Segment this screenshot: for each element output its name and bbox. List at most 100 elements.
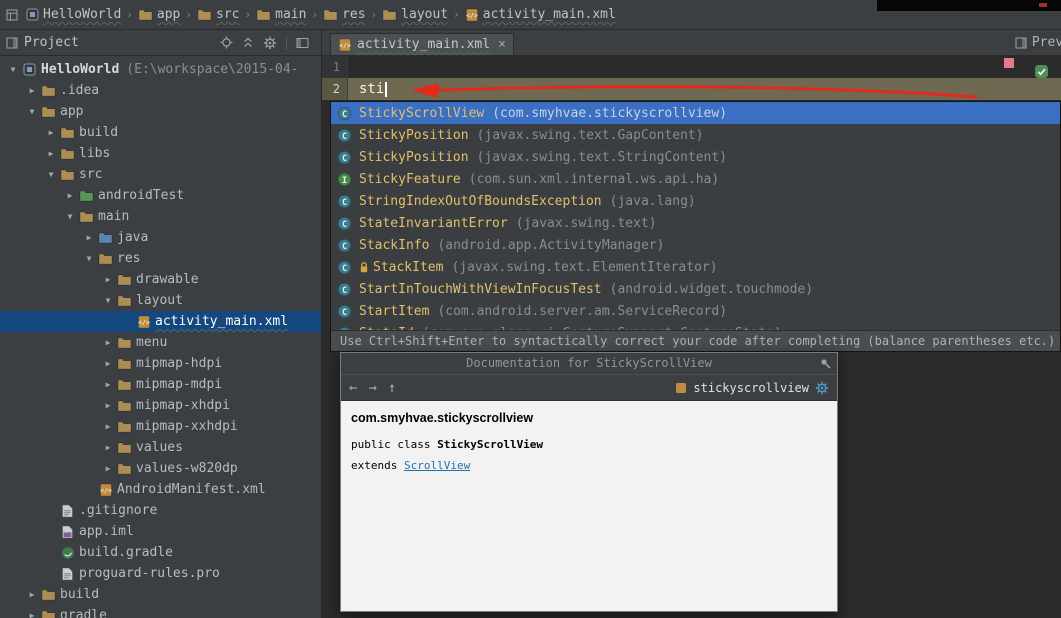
expand-arrow-icon[interactable]: ▶ (101, 380, 115, 389)
breadcrumb-separator: › (370, 8, 378, 21)
tree-item[interactable]: </> AndroidManifest.xml (0, 479, 321, 500)
completion-class-name: StackInfo (359, 237, 430, 253)
tree-item[interactable]: ▼ src (0, 164, 321, 185)
expand-arrow-icon[interactable]: ▶ (44, 128, 58, 137)
completion-item[interactable]: C StartInTouchWithViewInFocusTest (android… (331, 278, 1060, 300)
tree-item[interactable]: .gitignore (0, 500, 321, 521)
doc-settings-gear-icon[interactable] (815, 381, 829, 395)
completion-item[interactable]: C StickyPosition (javax.swing.text.StringC… (331, 146, 1060, 168)
completion-item[interactable]: C StickyScrollView (com.smyhvae.stickyscro… (331, 102, 1060, 124)
tab-activity-main-xml[interactable]: </> activity_main.xml × (330, 33, 514, 55)
breadcrumb-item[interactable]: layout (382, 7, 448, 22)
manifest-icon: </> (96, 483, 115, 497)
collapse-arrow-icon[interactable]: ▼ (63, 212, 77, 221)
tree-item[interactable]: ▶ java (0, 227, 321, 248)
collapse-all-icon[interactable] (242, 36, 254, 49)
tree-item[interactable]: ▶ gradle (0, 605, 321, 618)
completion-item[interactable]: C StickyPosition (javax.swing.text.GapCont… (331, 124, 1060, 146)
breadcrumb-item[interactable]: res (323, 7, 366, 22)
doc-search-text[interactable]: stickyscrollview (693, 381, 809, 395)
expand-arrow-icon[interactable]: ▶ (25, 590, 39, 599)
completion-item[interactable]: C StartItem (com.android.server.am.Service… (331, 300, 1060, 322)
line-number[interactable]: 1 (322, 56, 348, 78)
forward-icon[interactable]: → (368, 380, 376, 396)
editor-line-current[interactable]: 2 sti (322, 78, 1061, 100)
code-line[interactable] (348, 56, 1061, 78)
preview-panel-button[interactable]: Previ (1015, 35, 1061, 50)
tree-item[interactable]: ▶ libs (0, 143, 321, 164)
completion-package: (javax.swing.text.StringContent) (476, 149, 728, 165)
tree-item-label: AndroidManifest.xml (117, 482, 266, 497)
class-file-icon (675, 382, 687, 394)
tree-item[interactable]: ▼ layout (0, 290, 321, 311)
close-icon[interactable]: × (498, 37, 506, 52)
completion-item[interactable]: C StateInvariantError (javax.swing.text) (331, 212, 1060, 234)
editor-line[interactable]: 1 (322, 56, 1061, 78)
tree-item[interactable]: ▼ res (0, 248, 321, 269)
tree-item[interactable]: ▶ mipmap-xhdpi (0, 395, 321, 416)
expand-arrow-icon[interactable]: ▶ (101, 359, 115, 368)
collapse-arrow-icon[interactable]: ▼ (82, 254, 96, 263)
expand-arrow-icon[interactable]: ▶ (101, 422, 115, 431)
completion-item[interactable]: C StackInfo (android.app.ActivityManager) (331, 234, 1060, 256)
tree-item[interactable]: ▶ mipmap-xxhdpi (0, 416, 321, 437)
expand-arrow-icon[interactable]: ▶ (101, 443, 115, 452)
expand-arrow-icon[interactable]: ▶ (25, 611, 39, 618)
expand-arrow-icon[interactable]: ▶ (82, 233, 96, 242)
hide-panel-icon[interactable] (296, 37, 309, 49)
expand-arrow-icon[interactable]: ▶ (101, 401, 115, 410)
svg-text:C: C (341, 109, 346, 119)
pin-icon[interactable] (820, 358, 831, 369)
expand-arrow-icon[interactable]: ▶ (101, 338, 115, 347)
tree-item[interactable]: build.gradle (0, 542, 321, 563)
completion-item[interactable]: C StringIndexOutOfBoundsException (java.la… (331, 190, 1060, 212)
expand-arrow-icon[interactable]: ▶ (44, 149, 58, 158)
tree-item[interactable]: ▼ main (0, 206, 321, 227)
line-number[interactable]: 2 (322, 78, 348, 100)
project-header-icons (220, 35, 315, 50)
collapse-arrow-icon[interactable]: ▼ (101, 296, 115, 305)
folder-green-icon (77, 189, 96, 202)
locate-icon[interactable] (220, 36, 233, 49)
expand-arrow-icon[interactable]: ▶ (101, 275, 115, 284)
scrollview-link[interactable]: ScrollView (404, 459, 470, 472)
tree-item[interactable]: ▶ .idea (0, 80, 321, 101)
tree-item[interactable]: ▼ HelloWorld (E:\workspace\2015-04- (0, 59, 321, 80)
completion-package: (java.lang) (609, 193, 696, 209)
code-line-current[interactable]: sti (348, 78, 1061, 100)
expand-arrow-icon[interactable]: ▶ (25, 86, 39, 95)
completion-item[interactable]: C StackItem (javax.swing.text.ElementItera… (331, 256, 1060, 278)
collapse-arrow-icon[interactable]: ▼ (44, 170, 58, 179)
gradle-icon (58, 546, 77, 560)
collapse-arrow-icon[interactable]: ▼ (25, 107, 39, 116)
breadcrumb-item[interactable]: main (256, 7, 306, 22)
tree-item[interactable]: ▶ mipmap-hdpi (0, 353, 321, 374)
tree-item[interactable]: ▶ build (0, 584, 321, 605)
tree-item[interactable]: app.iml (0, 521, 321, 542)
breadcrumb-item[interactable]: app (138, 7, 180, 22)
tree-item[interactable]: ▶ androidTest (0, 185, 321, 206)
tree-item[interactable]: ▶ values (0, 437, 321, 458)
completion-item[interactable]: C StateId (com.sun.glass.ui.GestureSupport… (331, 322, 1060, 330)
back-icon[interactable]: ← (349, 380, 357, 396)
settings-gear-icon[interactable] (263, 36, 277, 50)
breadcrumb-item[interactable]: HelloWorld (26, 7, 121, 22)
tree-item[interactable]: ▶ drawable (0, 269, 321, 290)
tree-item[interactable]: ▶ menu (0, 332, 321, 353)
tree-item[interactable]: proguard-rules.pro (0, 563, 321, 584)
tree-item[interactable]: ▶ values-w820dp (0, 458, 321, 479)
project-panel-title[interactable]: Project (24, 35, 79, 50)
collapse-arrow-icon[interactable]: ▼ (6, 65, 20, 74)
error-stripe-mark[interactable] (1004, 58, 1014, 68)
completion-item[interactable]: I StickyFeature (com.sun.xml.internal.ws.a… (331, 168, 1060, 190)
inspections-status-icon[interactable] (1034, 64, 1049, 79)
up-icon[interactable]: ↑ (388, 380, 396, 396)
tree-item[interactable]: ▶ build (0, 122, 321, 143)
expand-arrow-icon[interactable]: ▶ (101, 464, 115, 473)
tree-item[interactable]: ▶ mipmap-mdpi (0, 374, 321, 395)
breadcrumb-item[interactable]: </> activity_main.xml (465, 7, 616, 22)
breadcrumb-item[interactable]: src (197, 7, 240, 22)
tree-item[interactable]: ▼ app (0, 101, 321, 122)
tree-item[interactable]: </> activity_main.xml (0, 311, 321, 332)
expand-arrow-icon[interactable]: ▶ (63, 191, 77, 200)
